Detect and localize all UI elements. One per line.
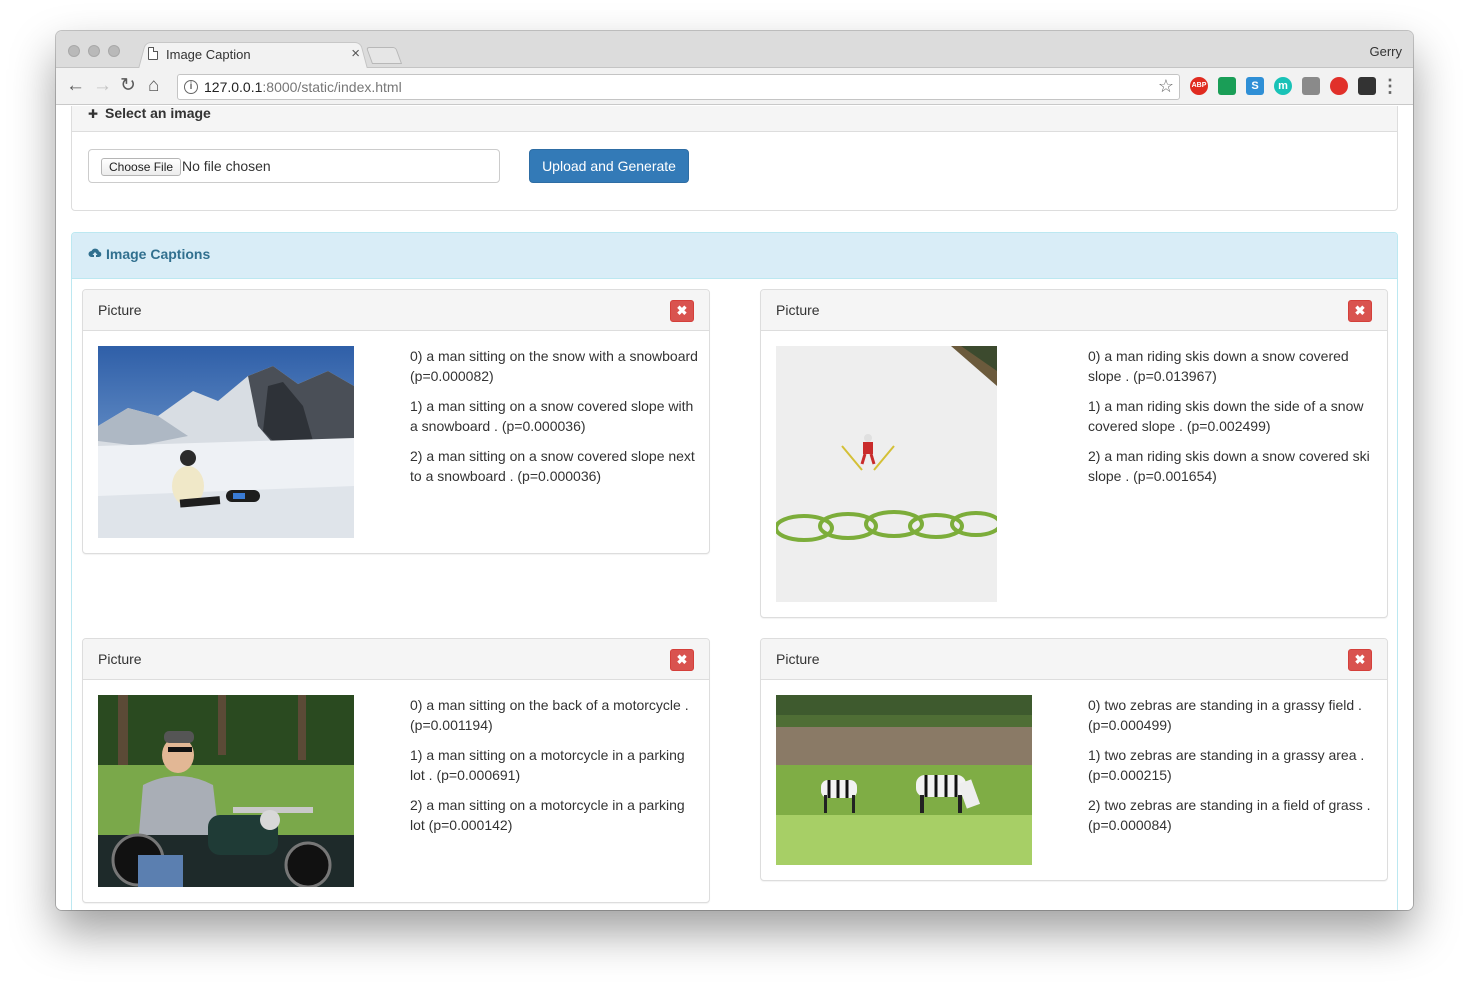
caption-line: 2) a man riding skis down a snow covered… <box>1088 448 1370 484</box>
remove-card-button[interactable]: ✖ <box>670 649 694 671</box>
profile-name[interactable]: Gerry <box>1370 44 1403 59</box>
remove-card-button[interactable]: ✖ <box>670 300 694 322</box>
drive-icon[interactable] <box>1218 77 1236 95</box>
caption-line: 2) two zebras are standing in a field of… <box>1088 797 1371 833</box>
caption-line: 1) two zebras are standing in a grassy a… <box>1088 747 1365 783</box>
adblock-icon[interactable]: ABP <box>1190 77 1208 95</box>
caption-line: 0) a man riding skis down a snow covered… <box>1088 348 1349 384</box>
page-viewport: ✚ Select an image Choose File No file ch… <box>56 106 1413 910</box>
address-bar[interactable]: i 127.0.0.1:8000/static/index.html ☆ <box>177 74 1180 100</box>
card-title: Picture <box>98 302 142 318</box>
m-extension-icon[interactable]: m <box>1274 77 1292 95</box>
info-icon[interactable]: i <box>184 80 198 94</box>
caption-card: Picture ✖ <box>82 289 710 554</box>
caption-line: 1) a man sitting on a snow covered slope… <box>410 398 694 434</box>
cloud-upload-icon <box>88 248 102 258</box>
choose-file-button[interactable]: Choose File <box>101 158 182 176</box>
remove-card-button[interactable]: ✖ <box>1348 300 1372 322</box>
caption-card: Picture ✖ <box>760 289 1388 618</box>
menu-icon[interactable]: ⋮ <box>1381 77 1399 95</box>
zoom-window-button[interactable] <box>108 45 120 57</box>
remove-card-button[interactable]: ✖ <box>1348 649 1372 671</box>
browser-tab-content[interactable]: Image Caption × <box>146 42 360 68</box>
card-heading: Picture ✖ <box>83 639 709 680</box>
upload-panel-heading: ✚ Select an image <box>72 106 1397 132</box>
ski-jumper-image <box>776 346 997 602</box>
cat-extension-icon[interactable] <box>1302 77 1320 95</box>
file-input[interactable]: Choose File No file chosen <box>88 149 500 183</box>
upload-panel: ✚ Select an image Choose File No file ch… <box>71 106 1398 211</box>
upload-icon: ✚ <box>88 107 99 121</box>
card-title: Picture <box>776 651 820 667</box>
caption-line: 1) a man riding skis down the side of a … <box>1088 398 1364 434</box>
motorcycle-image <box>98 695 354 887</box>
tab-title: Image Caption <box>166 47 251 62</box>
caption-list: 0) two zebras are standing in a grassy f… <box>1088 695 1378 845</box>
upload-panel-title: Select an image <box>105 106 211 121</box>
zebras-image <box>776 695 1032 865</box>
caption-card: Picture ✖ <box>82 638 710 903</box>
captions-panel-heading: Image Captions <box>72 233 1397 279</box>
bookmark-star-icon[interactable]: ☆ <box>1158 76 1174 97</box>
caption-line: 0) a man sitting on the back of a motorc… <box>410 697 689 733</box>
caption-list: 0) a man sitting on the back of a motorc… <box>410 695 700 845</box>
snowboarder-image <box>98 346 354 538</box>
forward-icon[interactable]: → <box>93 76 112 95</box>
captions-panel-title: Image Captions <box>106 246 211 262</box>
caption-line: 1) a man sitting on a motorcycle in a pa… <box>410 747 685 783</box>
caption-line: 0) a man sitting on the snow with a snow… <box>410 348 698 384</box>
caption-line: 0) two zebras are standing in a grassy f… <box>1088 697 1362 733</box>
page-icon <box>148 47 158 60</box>
tab-close-icon[interactable]: × <box>351 45 360 62</box>
tampermonkey-icon[interactable] <box>1358 77 1376 95</box>
card-title: Picture <box>776 302 820 318</box>
card-title: Picture <box>98 651 142 667</box>
caption-line: 2) a man sitting on a snow covered slope… <box>410 448 695 484</box>
card-heading: Picture ✖ <box>761 290 1387 331</box>
reload-icon[interactable]: ↻ <box>120 76 136 95</box>
caption-line: 2) a man sitting on a motorcycle in a pa… <box>410 797 685 833</box>
caption-list: 0) a man riding skis down a snow covered… <box>1088 346 1378 496</box>
new-tab-button[interactable] <box>365 47 403 64</box>
caption-list: 0) a man sitting on the snow with a snow… <box>410 346 700 496</box>
circle-extension-icon[interactable] <box>1330 77 1348 95</box>
browser-toolbar: ← → ↻ ⌂ i 127.0.0.1:8000/static/index.ht… <box>56 68 1413 105</box>
s-extension-icon[interactable]: S <box>1246 77 1264 95</box>
close-window-button[interactable] <box>68 45 80 57</box>
browser-window: Image Caption × Gerry ← → ↻ ⌂ i 127.0.0.… <box>56 31 1413 910</box>
tab-strip: Image Caption × Gerry <box>56 31 1413 69</box>
card-heading: Picture ✖ <box>761 639 1387 680</box>
captions-panel: Image Captions Picture ✖ 0) a man sittin… <box>71 232 1398 910</box>
file-status: No file chosen <box>182 158 271 174</box>
upload-and-generate-button[interactable]: Upload and Generate <box>529 149 689 183</box>
url-text[interactable]: 127.0.0.1:8000/static/index.html <box>204 79 402 95</box>
minimize-window-button[interactable] <box>88 45 100 57</box>
card-heading: Picture ✖ <box>83 290 709 331</box>
caption-card: Picture ✖ <box>760 638 1388 881</box>
back-icon[interactable]: ← <box>66 76 85 95</box>
home-icon[interactable]: ⌂ <box>148 76 159 95</box>
